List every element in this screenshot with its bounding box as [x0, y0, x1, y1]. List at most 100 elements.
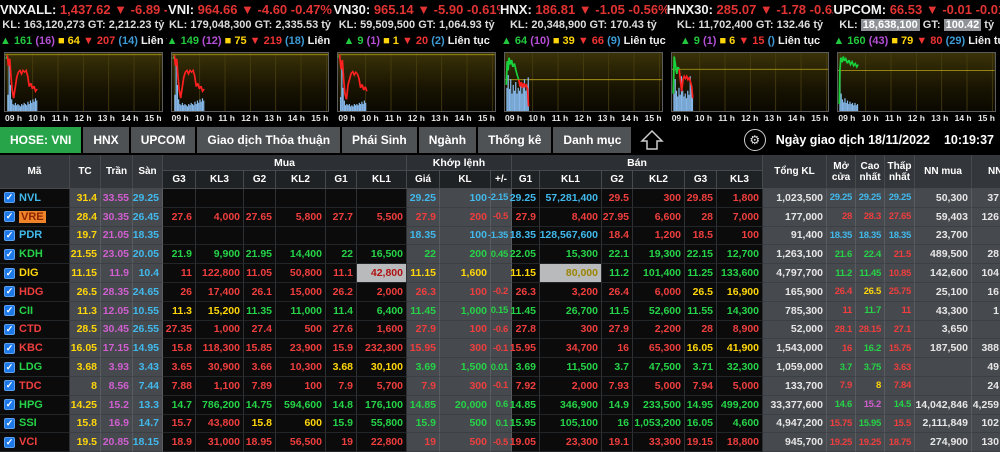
ticker-symbol[interactable]: DIG: [19, 267, 39, 279]
ticker-symbol[interactable]: VRE: [19, 210, 46, 223]
sell-kl1: 26,700: [540, 301, 602, 321]
table-row-ssi[interactable]: ✓ SSI 15.8 16.9 14.7 15.7 43,800 15.8 600 15.9 55,…: [0, 414, 1000, 434]
ticker-symbol[interactable]: NVL: [19, 192, 41, 204]
tab-ph-i-sinh[interactable]: Phái Sinh: [342, 127, 417, 153]
index-panel-vnxall[interactable]: VNXALL: 1,437.62 ▼ -6.89 -0.48%KL: 163,1…: [0, 0, 167, 125]
ticker-checkbox[interactable]: ✓: [4, 286, 15, 298]
table-row-vre[interactable]: ✓ VRE 28.4 30.35 26.45 27.6 4,000 27.65 5,800 27.…: [0, 207, 1000, 227]
ticker-checkbox[interactable]: ✓: [4, 323, 15, 335]
sell-kl3: 8,900: [717, 320, 763, 340]
hour-tick: 10 h: [528, 113, 546, 123]
tab-giao-d-ch-th-a-thu-n[interactable]: Giao dịch Thỏa thuận: [197, 127, 341, 153]
table-row-ctd[interactable]: ✓ CTD 28.5 30.45 26.55 27.35 1,000 27.4 500 27.6 1…: [0, 320, 1000, 340]
match-vol: 1,000: [440, 301, 491, 321]
ticker-symbol[interactable]: HDG: [19, 286, 43, 298]
index-panel-hnx[interactable]: HNX: 186.81 ▼ -1.05 -0.56% KL: 20,348,900…: [500, 0, 667, 125]
ticker-checkbox[interactable]: ✓: [4, 267, 15, 279]
collapse-up-arrow-icon[interactable]: [639, 128, 665, 152]
col-header-sell-g3[interactable]: G3: [685, 171, 717, 189]
ticker-symbol[interactable]: PDR: [19, 229, 42, 241]
table-row-hdg[interactable]: ✓ HDG 26.5 28.35 24.65 26 17,400 26.1 15,000 26.2…: [0, 282, 1000, 302]
tab-ng-nh[interactable]: Ngành: [418, 127, 477, 153]
ticker-checkbox[interactable]: ✓: [4, 229, 15, 241]
ticker-symbol[interactable]: LDG: [19, 361, 42, 373]
ticker-checkbox[interactable]: ✓: [4, 399, 15, 411]
col-header-buy-kl1[interactable]: KL1: [357, 171, 407, 189]
col-header-match-price[interactable]: Giá: [407, 171, 440, 189]
ticker-symbol[interactable]: CTD: [19, 323, 42, 335]
col-header-sell-kl1[interactable]: KL1: [540, 171, 602, 189]
ticker-symbol[interactable]: KDH: [19, 248, 43, 260]
col-header-tran[interactable]: Trần: [101, 155, 133, 189]
ticker-checkbox[interactable]: ✓: [4, 436, 15, 448]
ticker-cell: ✓ KBC: [0, 339, 70, 359]
col-header-match-vol[interactable]: KL: [440, 171, 491, 189]
col-header-match-change[interactable]: +/-: [491, 171, 512, 189]
tab-danh-m-c[interactable]: Danh mục: [553, 127, 632, 153]
col-header-low[interactable]: Thấp nhất: [885, 155, 915, 189]
col-header-buy-kl2[interactable]: KL2: [276, 171, 326, 189]
col-header-ma[interactable]: Mã: [0, 155, 70, 189]
table-row-ldg[interactable]: ✓ LDG 3.68 3.93 3.43 3.65 30,900 3.66 10,300 3.68…: [0, 358, 1000, 377]
table-row-kdh[interactable]: ✓ KDH 21.55 23.05 20.05 21.9 9,900 21.95 14,400 2…: [0, 245, 1000, 265]
ticker-checkbox[interactable]: ✓: [4, 380, 15, 392]
index-panel-upcom[interactable]: UPCOM: 66.53 ▼ -0.01 -0.01%KL: 18,638,10…: [833, 0, 1000, 125]
sell-kl1: 300: [540, 320, 602, 340]
ticker-cell: ✓ HPG: [0, 395, 70, 415]
table-row-tdc[interactable]: ✓ TDC 8 8.56 7.44 7.88 1,100 7.89 100 7.9 5,700 7.9…: [0, 376, 1000, 396]
table-row-kbc[interactable]: ✓ KBC 16.05 17.15 14.95 15.8 118,300 15.85 23,90…: [0, 339, 1000, 359]
col-header-open[interactable]: Mở cửa: [827, 155, 856, 189]
tab-hnx[interactable]: HNX: [83, 127, 129, 153]
ticker-checkbox[interactable]: ✓: [4, 211, 15, 223]
tab-upcom[interactable]: UPCOM: [130, 127, 196, 153]
col-header-san[interactable]: Sàn: [133, 155, 163, 189]
total-vol: 133,700: [763, 376, 827, 396]
index-panel-vni[interactable]: VNI: 964.66 ▼ -4.60 -0.47% KL: 179,048,30…: [167, 0, 334, 125]
col-header-foreign-sell[interactable]: NN bán: [972, 155, 1000, 189]
col-header-sell-kl3[interactable]: KL3: [717, 171, 763, 189]
low-price: 27.65: [885, 207, 915, 227]
ticker-symbol[interactable]: SSI: [19, 417, 37, 429]
col-header-tc[interactable]: TC: [70, 155, 101, 189]
table-row-hpg[interactable]: ✓ HPG 14.25 15.2 13.3 14.7 786,200 14.75 594,600…: [0, 395, 1000, 415]
ticker-checkbox[interactable]: ✓: [4, 305, 15, 317]
index-panel-vn30[interactable]: VN30: 965.14 ▼ -5.90 -0.61%KL: 59,509,50…: [333, 0, 500, 125]
tab-hose-vni[interactable]: HOSE: VNI: [0, 127, 82, 153]
col-header-high[interactable]: Cao nhất: [856, 155, 885, 189]
hour-tick: 11 h: [885, 113, 902, 123]
col-header-total-vol[interactable]: Tổng KL: [763, 155, 827, 189]
ticker-symbol[interactable]: CII: [19, 305, 33, 317]
ticker-checkbox[interactable]: ✓: [4, 248, 15, 260]
table-row-cii[interactable]: ✓ CII 11.3 12.05 10.55 11.3 15,200 11.35 11,000 1…: [0, 301, 1000, 321]
ticker-checkbox[interactable]: ✓: [4, 342, 15, 354]
ticker-symbol[interactable]: VCI: [19, 436, 37, 448]
table-row-pdr[interactable]: ✓ PDR 19.7 21.05 18.35 18.35 100 -1.35 18.35 128,…: [0, 226, 1000, 246]
ticker-symbol[interactable]: TDC: [19, 380, 42, 392]
tab-th-ng-k-[interactable]: Thống kê: [478, 127, 552, 153]
col-header-buy-g1[interactable]: G1: [326, 171, 357, 189]
hour-tick: 09 h: [505, 113, 523, 123]
col-header-buy-g2[interactable]: G2: [244, 171, 276, 189]
table-row-dig[interactable]: ✓ DIG 11.15 11.9 10.4 11 122,800 11.05 50,800 11.…: [0, 264, 1000, 283]
ticker-symbol[interactable]: KBC: [19, 342, 43, 354]
buy-g2: 27.65: [244, 207, 276, 227]
settings-gear-icon[interactable]: ⚙: [743, 129, 766, 151]
ticker-checkbox[interactable]: ✓: [4, 361, 15, 373]
chart-time-axis: 09 h 10 h 11 h 12 h 13 h 14 h 15 h: [4, 112, 163, 124]
open-price: 29.25: [827, 189, 856, 208]
match-price: 11.15: [407, 264, 440, 283]
col-header-foreign-buy[interactable]: NN mua: [915, 155, 972, 189]
col-header-sell-g2[interactable]: G2: [602, 171, 633, 189]
hour-tick: 12 h: [907, 113, 925, 123]
table-row-nvl[interactable]: ✓ NVL 31.4 33.55 29.25 29.25 100 -2.15 29.25 57,2…: [0, 189, 1000, 208]
col-header-sell-g1[interactable]: G1: [512, 171, 540, 189]
col-header-buy-kl3[interactable]: KL3: [196, 171, 244, 189]
col-header-sell-kl2[interactable]: KL2: [633, 171, 685, 189]
ceil-price: 8.56: [101, 376, 133, 396]
ticker-symbol[interactable]: HPG: [19, 399, 43, 411]
index-panel-hnx30[interactable]: HNX30: 285.07 ▼ -1.78 -0.62%KL: 11,702,4…: [667, 0, 834, 125]
table-row-vci[interactable]: ✓ VCI 19.5 20.85 18.15 18.9 31,000 18.95 56,500 1…: [0, 433, 1000, 452]
col-header-buy-g3[interactable]: G3: [163, 171, 196, 189]
ticker-checkbox[interactable]: ✓: [4, 417, 15, 429]
ticker-checkbox[interactable]: ✓: [4, 192, 15, 204]
